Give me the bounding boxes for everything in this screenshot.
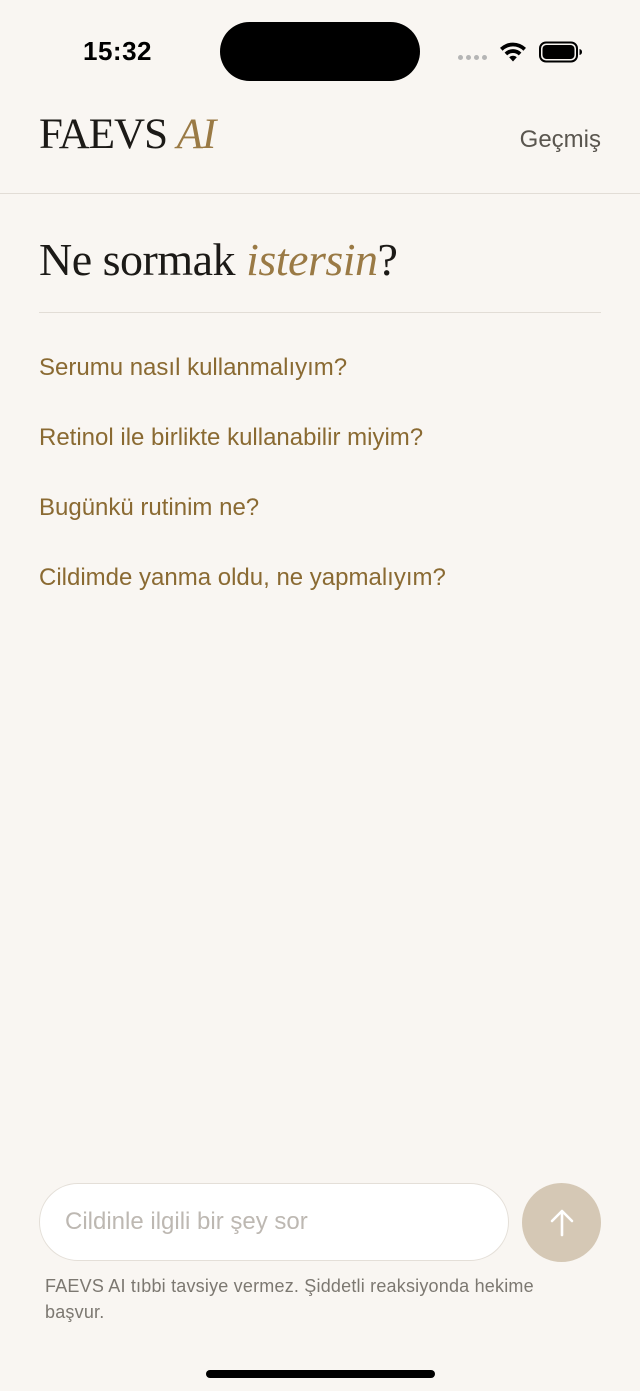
status-bar: 15:32 bbox=[0, 0, 640, 100]
app-header: FAEVS AI Geçmiş bbox=[0, 100, 640, 194]
battery-icon bbox=[539, 41, 582, 63]
wifi-icon bbox=[500, 42, 526, 62]
brand-accent: AI bbox=[176, 111, 217, 158]
suggestion-list: Serumu nasıl kullanmalıyım? Retinol ile … bbox=[39, 349, 601, 629]
status-icons bbox=[458, 38, 583, 66]
suggestion-item[interactable]: Retinol ile birlikte kullanabilir miyim? bbox=[39, 419, 601, 489]
divider bbox=[39, 312, 601, 313]
title-prefix: Ne sormak bbox=[39, 234, 247, 285]
arrow-up-icon bbox=[550, 1209, 573, 1236]
status-time: 15:32 bbox=[83, 36, 152, 66]
home-indicator bbox=[206, 1370, 435, 1378]
suggestion-item[interactable]: Cildimde yanma oldu, ne yapmalıyım? bbox=[39, 559, 601, 629]
cellular-signal-icon bbox=[458, 54, 487, 60]
chat-input[interactable] bbox=[39, 1183, 509, 1261]
suggestion-item[interactable]: Serumu nasıl kullanmalıyım? bbox=[39, 349, 601, 419]
title-accent: istersin bbox=[246, 234, 378, 285]
history-button[interactable]: Geçmiş bbox=[520, 126, 601, 154]
title-suffix: ? bbox=[377, 234, 398, 285]
disclaimer-text: FAEVS AI tıbbi tavsiye vermez. Şiddetli … bbox=[45, 1276, 534, 1322]
page-title: Ne sormak istersin? bbox=[39, 232, 601, 312]
send-button[interactable] bbox=[522, 1183, 601, 1262]
chat-composer bbox=[39, 1183, 601, 1263]
dynamic-island bbox=[220, 22, 420, 81]
app-logo: FAEVS AI bbox=[39, 110, 217, 159]
main-content: Ne sormak istersin? Serumu nasıl kullanm… bbox=[39, 194, 601, 629]
suggestion-item[interactable]: Bugünkü rutinim ne? bbox=[39, 489, 601, 559]
brand-name: FAEVS bbox=[39, 111, 177, 158]
